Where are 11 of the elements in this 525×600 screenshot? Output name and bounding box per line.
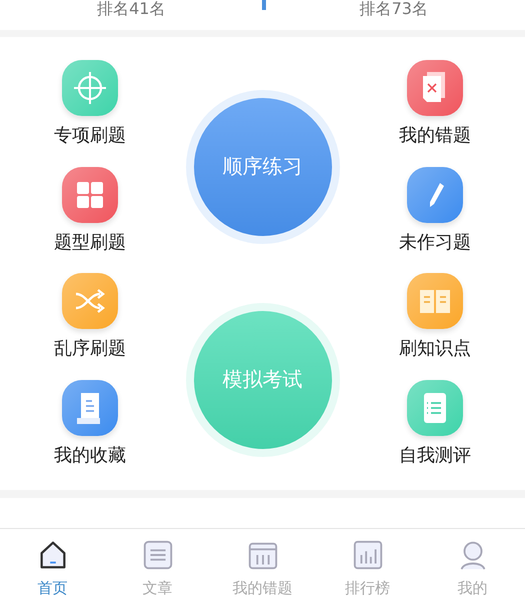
tab[interactable]: 首页 — [0, 529, 105, 598]
practice-item[interactable]: 题型刷题 — [54, 166, 126, 266]
practice-item[interactable]: 专项刷题 — [54, 60, 126, 160]
practice-item[interactable]: 刷知识点 — [399, 273, 471, 373]
practice-item[interactable]: 我的收藏 — [54, 380, 126, 480]
practice-item[interactable]: 自我测评 — [399, 380, 471, 480]
rank-text: 排名41名 — [97, 0, 166, 18]
practice-item[interactable]: 我的错题 — [399, 60, 471, 160]
practice-item[interactable]: 未作习题 — [399, 166, 471, 266]
rank-text: 排名73名 — [360, 0, 428, 18]
practice-item[interactable]: 乱序刷题 — [54, 273, 126, 373]
